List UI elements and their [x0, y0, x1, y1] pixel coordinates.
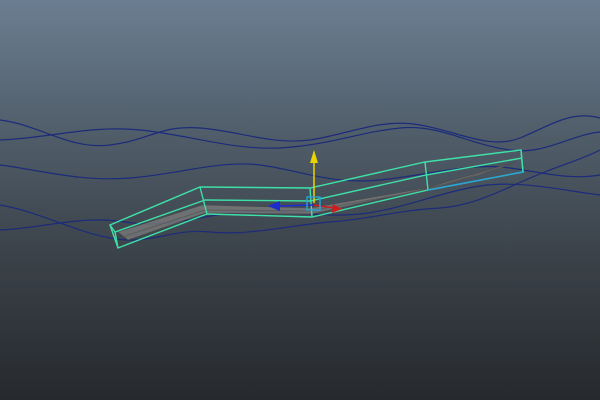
nurbs-curve[interactable]	[0, 183, 600, 231]
manipulator-y-arrow-icon[interactable]	[310, 150, 318, 163]
viewport-scene	[0, 115, 600, 249]
manipulator-z-axis[interactable]	[279, 204, 315, 207]
3d-viewport[interactable]	[0, 0, 600, 400]
curves-group	[0, 115, 600, 241]
selection-outline	[109, 149, 524, 249]
mesh-surface	[117, 161, 516, 241]
nurbs-curve[interactable]	[0, 126, 600, 152]
move-manipulator[interactable]	[268, 150, 342, 213]
flat-strip-mesh[interactable]	[109, 149, 524, 249]
nurbs-curve[interactable]	[0, 163, 600, 182]
